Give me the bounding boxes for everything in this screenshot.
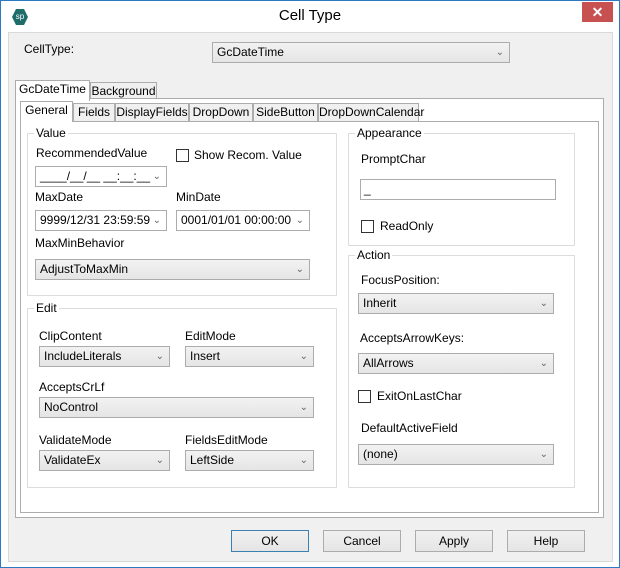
- tab-dropdown[interactable]: DropDown: [189, 103, 253, 122]
- celltype-select[interactable]: GcDateTime ⌄: [212, 42, 510, 63]
- edit-group: Edit ClipContent IncludeLiterals ⌄ EditM…: [27, 301, 337, 488]
- edit-group-title: Edit: [34, 301, 59, 315]
- dialog-client-area: CellType: GcDateTime ⌄ GcDateTime Backgr…: [8, 32, 613, 562]
- defaultactivefield-label: DefaultActiveField: [361, 421, 458, 435]
- ok-button[interactable]: OK: [231, 530, 309, 552]
- acceptscrlf-select[interactable]: NoControl ⌄: [39, 397, 314, 418]
- acceptsarrowkeys-label: AcceptsArrowKeys:: [360, 331, 465, 345]
- maxminbehavior-select[interactable]: AdjustToMaxMin ⌄: [35, 259, 310, 280]
- help-button[interactable]: Help: [507, 530, 585, 552]
- chevron-down-icon: ⌄: [539, 298, 548, 309]
- maxdate-value: 9999/12/31 23:59:59: [40, 213, 151, 227]
- chevron-down-icon: ⌄: [495, 47, 504, 58]
- acceptsarrowkeys-select[interactable]: AllArrows ⌄: [358, 353, 554, 374]
- celltype-label: CellType:: [24, 42, 75, 56]
- mindate-value: 0001/01/01 00:00:00: [181, 213, 292, 227]
- chevron-down-icon: ⌄: [299, 455, 308, 466]
- tab-dropdowncalendar[interactable]: DropDownCalendar: [318, 103, 424, 122]
- tab-gcdatetime[interactable]: GcDateTime: [15, 80, 90, 101]
- action-group: Action FocusPosition: Inherit ⌄ AcceptsA…: [348, 248, 575, 488]
- appearance-group: Appearance PromptChar _ ReadOnly: [348, 126, 575, 246]
- maxminbehavior-label: MaxMinBehavior: [35, 236, 125, 250]
- chevron-down-icon: ⌄: [299, 351, 308, 362]
- tab-displayfields[interactable]: DisplayFields: [115, 103, 189, 122]
- acceptscrlf-value: NoControl: [44, 400, 99, 414]
- exitonlastchar-label: ExitOnLastChar: [377, 389, 462, 403]
- gcdatetime-tab-panel: General Fields DisplayFields DropDown Si…: [15, 98, 604, 518]
- chevron-down-icon: ⌄: [295, 264, 304, 275]
- focusposition-value: Inherit: [363, 296, 397, 310]
- validatemode-label: ValidateMode: [39, 433, 112, 447]
- chevron-down-icon: ⌄: [152, 171, 161, 182]
- fieldseditmode-value: LeftSide: [190, 453, 235, 467]
- promptchar-label: PromptChar: [361, 152, 426, 166]
- maxdate-select[interactable]: 9999/12/31 23:59:59 ⌄: [35, 210, 167, 231]
- chevron-down-icon: ⌄: [539, 449, 548, 460]
- readonly-label: ReadOnly: [380, 219, 434, 233]
- exitonlastchar-checkbox[interactable]: [358, 390, 371, 403]
- clipcontent-value: IncludeLiterals: [44, 349, 122, 363]
- maxminbehavior-value: AdjustToMaxMin: [40, 262, 129, 276]
- chevron-down-icon: ⌄: [152, 215, 161, 226]
- editmode-label: EditMode: [185, 329, 236, 343]
- focusposition-label: FocusPosition:: [361, 273, 440, 287]
- chevron-down-icon: ⌄: [155, 455, 164, 466]
- tab-sidebutton[interactable]: SideButton: [253, 103, 318, 122]
- chevron-down-icon: ⌄: [539, 358, 548, 369]
- general-tab-panel: Value RecommendedValue ____/__/__ __:__:…: [20, 121, 599, 513]
- fieldseditmode-label: FieldsEditMode: [185, 433, 268, 447]
- defaultactivefield-value: (none): [363, 447, 398, 461]
- defaultactivefield-select[interactable]: (none) ⌄: [358, 444, 554, 465]
- show-recom-value-label: Show Recom. Value: [194, 148, 302, 162]
- cancel-button[interactable]: Cancel: [323, 530, 401, 552]
- maxdate-label: MaxDate: [35, 190, 84, 204]
- value-group-title: Value: [34, 126, 68, 140]
- appearance-group-title: Appearance: [355, 126, 424, 140]
- value-group: Value RecommendedValue ____/__/__ __:__:…: [27, 126, 337, 296]
- cell-type-dialog: sp Cell Type ✕ CellType: GcDateTime ⌄ Gc…: [0, 0, 620, 568]
- acceptsarrowkeys-value: AllArrows: [363, 356, 414, 370]
- apply-button[interactable]: Apply: [415, 530, 493, 552]
- recommended-value-label: RecommendedValue: [36, 146, 148, 160]
- window-title: Cell Type: [278, 7, 342, 24]
- focusposition-select[interactable]: Inherit ⌄: [358, 293, 554, 314]
- editmode-select[interactable]: Insert ⌄: [185, 346, 314, 367]
- readonly-checkbox[interactable]: [361, 220, 374, 233]
- recommended-value-select[interactable]: ____/__/__ __:__:__ ⌄: [35, 166, 167, 187]
- validatemode-select[interactable]: ValidateEx ⌄: [39, 450, 170, 471]
- tab-general[interactable]: General: [20, 101, 73, 122]
- chevron-down-icon: ⌄: [295, 215, 304, 226]
- promptchar-input[interactable]: _: [360, 179, 556, 200]
- chevron-down-icon: ⌄: [299, 402, 308, 413]
- editmode-value: Insert: [190, 349, 221, 363]
- acceptscrlf-label: AcceptsCrLf: [39, 380, 105, 394]
- tab-fields[interactable]: Fields: [73, 103, 115, 122]
- validatemode-value: ValidateEx: [44, 453, 101, 467]
- celltype-value: GcDateTime: [217, 45, 284, 59]
- title-bar: sp Cell Type ✕: [1, 1, 619, 32]
- clipcontent-label: ClipContent: [39, 329, 102, 343]
- recommended-value: ____/__/__ __:__:__: [40, 169, 151, 183]
- chevron-down-icon: ⌄: [155, 351, 164, 362]
- show-recom-value-checkbox[interactable]: [176, 149, 189, 162]
- clipcontent-select[interactable]: IncludeLiterals ⌄: [39, 346, 170, 367]
- mindate-label: MinDate: [176, 190, 221, 204]
- fieldseditmode-select[interactable]: LeftSide ⌄: [185, 450, 314, 471]
- action-group-title: Action: [355, 248, 393, 262]
- close-button[interactable]: ✕: [582, 2, 613, 22]
- mindate-select[interactable]: 0001/01/01 00:00:00 ⌄: [176, 210, 310, 231]
